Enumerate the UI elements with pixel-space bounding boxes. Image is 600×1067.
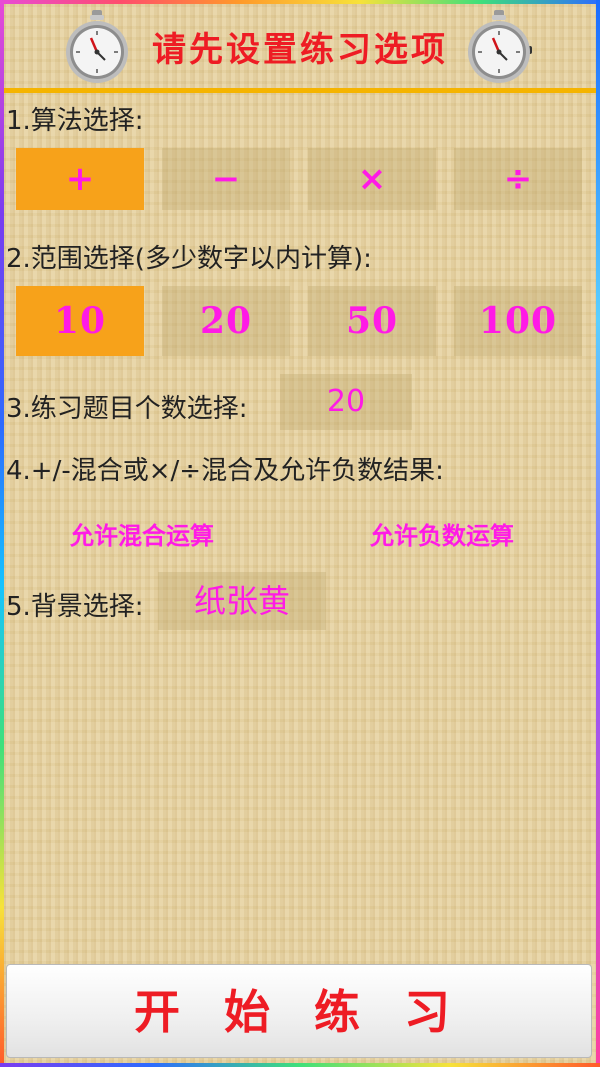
- count-label: 3.练习题目个数选择:: [6, 394, 248, 424]
- range-100-button[interactable]: 100: [454, 286, 582, 356]
- background-label: 5.背景选择:: [6, 592, 144, 622]
- stopwatch-icon: [468, 10, 532, 83]
- operation-subtract-button[interactable]: −: [162, 148, 290, 210]
- range-10-button[interactable]: 10: [16, 286, 144, 356]
- range-50-button[interactable]: 50: [308, 286, 436, 356]
- operation-multiply-button[interactable]: ×: [308, 148, 436, 210]
- paper-background: 请先设置练习选项 1.算法选择: + − × ÷ 2.范围选择(多少数字以内计算…: [4, 4, 596, 1063]
- header-divider: [4, 88, 596, 93]
- range-label: 2.范围选择(多少数字以内计算):: [6, 244, 372, 274]
- operation-divide-button[interactable]: ÷: [454, 148, 582, 210]
- background-selector[interactable]: 纸张黄: [158, 572, 326, 630]
- operation-add-button[interactable]: +: [16, 148, 144, 210]
- frame-bottom-edge: [0, 1063, 600, 1067]
- count-selector[interactable]: 20: [280, 374, 412, 430]
- allow-mixed-toggle[interactable]: 允许混合运算: [70, 516, 214, 551]
- allow-negative-toggle[interactable]: 允许负数运算: [370, 516, 514, 551]
- operation-label: 1.算法选择:: [6, 106, 144, 136]
- header: 请先设置练习选项: [4, 4, 596, 88]
- mixed-label: 4.+/-混合或×/÷混合及允许负数结果:: [6, 456, 444, 486]
- frame-right-edge: [596, 0, 600, 1067]
- page-title: 请先设置练习选项: [152, 30, 448, 70]
- range-20-button[interactable]: 20: [162, 286, 290, 356]
- start-practice-button[interactable]: 开 始 练 习: [6, 964, 592, 1058]
